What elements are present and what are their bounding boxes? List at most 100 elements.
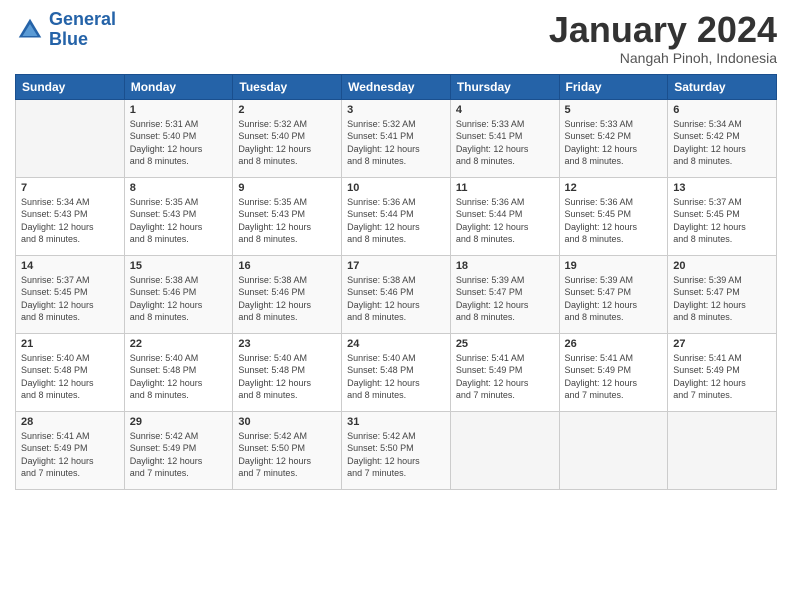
- title-section: January 2024 Nangah Pinoh, Indonesia: [549, 10, 777, 66]
- day-number: 31: [347, 416, 445, 428]
- calendar-cell: 7 Sunrise: 5:34 AMSunset: 5:43 PMDayligh…: [16, 177, 125, 255]
- calendar-cell: [450, 411, 559, 489]
- day-number: 13: [673, 182, 771, 194]
- day-info: Sunrise: 5:37 AMSunset: 5:45 PMDaylight:…: [673, 196, 771, 246]
- day-info: Sunrise: 5:39 AMSunset: 5:47 PMDaylight:…: [565, 274, 663, 324]
- day-info: Sunrise: 5:41 AMSunset: 5:49 PMDaylight:…: [565, 352, 663, 402]
- day-number: 20: [673, 260, 771, 272]
- day-number: 24: [347, 338, 445, 350]
- day-info: Sunrise: 5:31 AMSunset: 5:40 PMDaylight:…: [130, 118, 228, 168]
- day-number: 14: [21, 260, 119, 272]
- day-number: 30: [238, 416, 336, 428]
- calendar-cell: 27 Sunrise: 5:41 AMSunset: 5:49 PMDaylig…: [668, 333, 777, 411]
- day-info: Sunrise: 5:36 AMSunset: 5:44 PMDaylight:…: [347, 196, 445, 246]
- col-wednesday: Wednesday: [342, 74, 451, 99]
- day-number: 8: [130, 182, 228, 194]
- calendar-cell: [16, 99, 125, 177]
- col-saturday: Saturday: [668, 74, 777, 99]
- header: General Blue January 2024 Nangah Pinoh, …: [15, 10, 777, 66]
- day-info: Sunrise: 5:34 AMSunset: 5:43 PMDaylight:…: [21, 196, 119, 246]
- day-info: Sunrise: 5:40 AMSunset: 5:48 PMDaylight:…: [21, 352, 119, 402]
- day-number: 16: [238, 260, 336, 272]
- calendar-cell: 16 Sunrise: 5:38 AMSunset: 5:46 PMDaylig…: [233, 255, 342, 333]
- calendar-cell: 18 Sunrise: 5:39 AMSunset: 5:47 PMDaylig…: [450, 255, 559, 333]
- day-number: 4: [456, 104, 554, 116]
- day-info: Sunrise: 5:41 AMSunset: 5:49 PMDaylight:…: [673, 352, 771, 402]
- day-info: Sunrise: 5:42 AMSunset: 5:50 PMDaylight:…: [238, 430, 336, 480]
- calendar-cell: 25 Sunrise: 5:41 AMSunset: 5:49 PMDaylig…: [450, 333, 559, 411]
- calendar-cell: 8 Sunrise: 5:35 AMSunset: 5:43 PMDayligh…: [124, 177, 233, 255]
- week-row-1: 7 Sunrise: 5:34 AMSunset: 5:43 PMDayligh…: [16, 177, 777, 255]
- day-number: 5: [565, 104, 663, 116]
- day-info: Sunrise: 5:42 AMSunset: 5:50 PMDaylight:…: [347, 430, 445, 480]
- day-number: 3: [347, 104, 445, 116]
- week-row-0: 1 Sunrise: 5:31 AMSunset: 5:40 PMDayligh…: [16, 99, 777, 177]
- day-info: Sunrise: 5:36 AMSunset: 5:44 PMDaylight:…: [456, 196, 554, 246]
- page: General Blue January 2024 Nangah Pinoh, …: [0, 0, 792, 612]
- logo-line1: General: [49, 9, 116, 29]
- day-info: Sunrise: 5:40 AMSunset: 5:48 PMDaylight:…: [130, 352, 228, 402]
- calendar-cell: 19 Sunrise: 5:39 AMSunset: 5:47 PMDaylig…: [559, 255, 668, 333]
- day-info: Sunrise: 5:39 AMSunset: 5:47 PMDaylight:…: [456, 274, 554, 324]
- calendar-cell: 14 Sunrise: 5:37 AMSunset: 5:45 PMDaylig…: [16, 255, 125, 333]
- logo-line2: Blue: [49, 29, 88, 49]
- day-number: 29: [130, 416, 228, 428]
- day-info: Sunrise: 5:41 AMSunset: 5:49 PMDaylight:…: [456, 352, 554, 402]
- calendar-cell: 6 Sunrise: 5:34 AMSunset: 5:42 PMDayligh…: [668, 99, 777, 177]
- day-number: 1: [130, 104, 228, 116]
- calendar-cell: 29 Sunrise: 5:42 AMSunset: 5:49 PMDaylig…: [124, 411, 233, 489]
- calendar-cell: 23 Sunrise: 5:40 AMSunset: 5:48 PMDaylig…: [233, 333, 342, 411]
- calendar-cell: 20 Sunrise: 5:39 AMSunset: 5:47 PMDaylig…: [668, 255, 777, 333]
- day-info: Sunrise: 5:37 AMSunset: 5:45 PMDaylight:…: [21, 274, 119, 324]
- calendar-cell: 2 Sunrise: 5:32 AMSunset: 5:40 PMDayligh…: [233, 99, 342, 177]
- calendar-cell: 11 Sunrise: 5:36 AMSunset: 5:44 PMDaylig…: [450, 177, 559, 255]
- calendar-cell: 3 Sunrise: 5:32 AMSunset: 5:41 PMDayligh…: [342, 99, 451, 177]
- day-info: Sunrise: 5:34 AMSunset: 5:42 PMDaylight:…: [673, 118, 771, 168]
- day-number: 28: [21, 416, 119, 428]
- day-number: 10: [347, 182, 445, 194]
- calendar-cell: 5 Sunrise: 5:33 AMSunset: 5:42 PMDayligh…: [559, 99, 668, 177]
- day-number: 27: [673, 338, 771, 350]
- day-info: Sunrise: 5:36 AMSunset: 5:45 PMDaylight:…: [565, 196, 663, 246]
- day-number: 2: [238, 104, 336, 116]
- day-number: 21: [21, 338, 119, 350]
- day-info: Sunrise: 5:32 AMSunset: 5:41 PMDaylight:…: [347, 118, 445, 168]
- calendar-cell: 1 Sunrise: 5:31 AMSunset: 5:40 PMDayligh…: [124, 99, 233, 177]
- header-row: Sunday Monday Tuesday Wednesday Thursday…: [16, 74, 777, 99]
- calendar-cell: [668, 411, 777, 489]
- day-number: 23: [238, 338, 336, 350]
- calendar-cell: 24 Sunrise: 5:40 AMSunset: 5:48 PMDaylig…: [342, 333, 451, 411]
- day-info: Sunrise: 5:40 AMSunset: 5:48 PMDaylight:…: [238, 352, 336, 402]
- day-info: Sunrise: 5:32 AMSunset: 5:40 PMDaylight:…: [238, 118, 336, 168]
- day-info: Sunrise: 5:41 AMSunset: 5:49 PMDaylight:…: [21, 430, 119, 480]
- day-number: 7: [21, 182, 119, 194]
- calendar-table: Sunday Monday Tuesday Wednesday Thursday…: [15, 74, 777, 490]
- calendar-cell: 17 Sunrise: 5:38 AMSunset: 5:46 PMDaylig…: [342, 255, 451, 333]
- day-number: 15: [130, 260, 228, 272]
- calendar-cell: 21 Sunrise: 5:40 AMSunset: 5:48 PMDaylig…: [16, 333, 125, 411]
- day-info: Sunrise: 5:35 AMSunset: 5:43 PMDaylight:…: [130, 196, 228, 246]
- logo: General Blue: [15, 10, 116, 50]
- day-number: 11: [456, 182, 554, 194]
- col-tuesday: Tuesday: [233, 74, 342, 99]
- day-number: 9: [238, 182, 336, 194]
- day-info: Sunrise: 5:40 AMSunset: 5:48 PMDaylight:…: [347, 352, 445, 402]
- day-info: Sunrise: 5:39 AMSunset: 5:47 PMDaylight:…: [673, 274, 771, 324]
- col-sunday: Sunday: [16, 74, 125, 99]
- day-info: Sunrise: 5:42 AMSunset: 5:49 PMDaylight:…: [130, 430, 228, 480]
- location: Nangah Pinoh, Indonesia: [549, 50, 777, 66]
- logo-icon: [15, 15, 45, 45]
- day-info: Sunrise: 5:33 AMSunset: 5:41 PMDaylight:…: [456, 118, 554, 168]
- day-number: 17: [347, 260, 445, 272]
- calendar-cell: 26 Sunrise: 5:41 AMSunset: 5:49 PMDaylig…: [559, 333, 668, 411]
- calendar-cell: 9 Sunrise: 5:35 AMSunset: 5:43 PMDayligh…: [233, 177, 342, 255]
- calendar-cell: 31 Sunrise: 5:42 AMSunset: 5:50 PMDaylig…: [342, 411, 451, 489]
- week-row-3: 21 Sunrise: 5:40 AMSunset: 5:48 PMDaylig…: [16, 333, 777, 411]
- calendar-cell: 22 Sunrise: 5:40 AMSunset: 5:48 PMDaylig…: [124, 333, 233, 411]
- day-info: Sunrise: 5:38 AMSunset: 5:46 PMDaylight:…: [347, 274, 445, 324]
- logo-text: General Blue: [49, 10, 116, 50]
- day-info: Sunrise: 5:35 AMSunset: 5:43 PMDaylight:…: [238, 196, 336, 246]
- day-number: 12: [565, 182, 663, 194]
- month-title: January 2024: [549, 10, 777, 50]
- calendar-cell: 15 Sunrise: 5:38 AMSunset: 5:46 PMDaylig…: [124, 255, 233, 333]
